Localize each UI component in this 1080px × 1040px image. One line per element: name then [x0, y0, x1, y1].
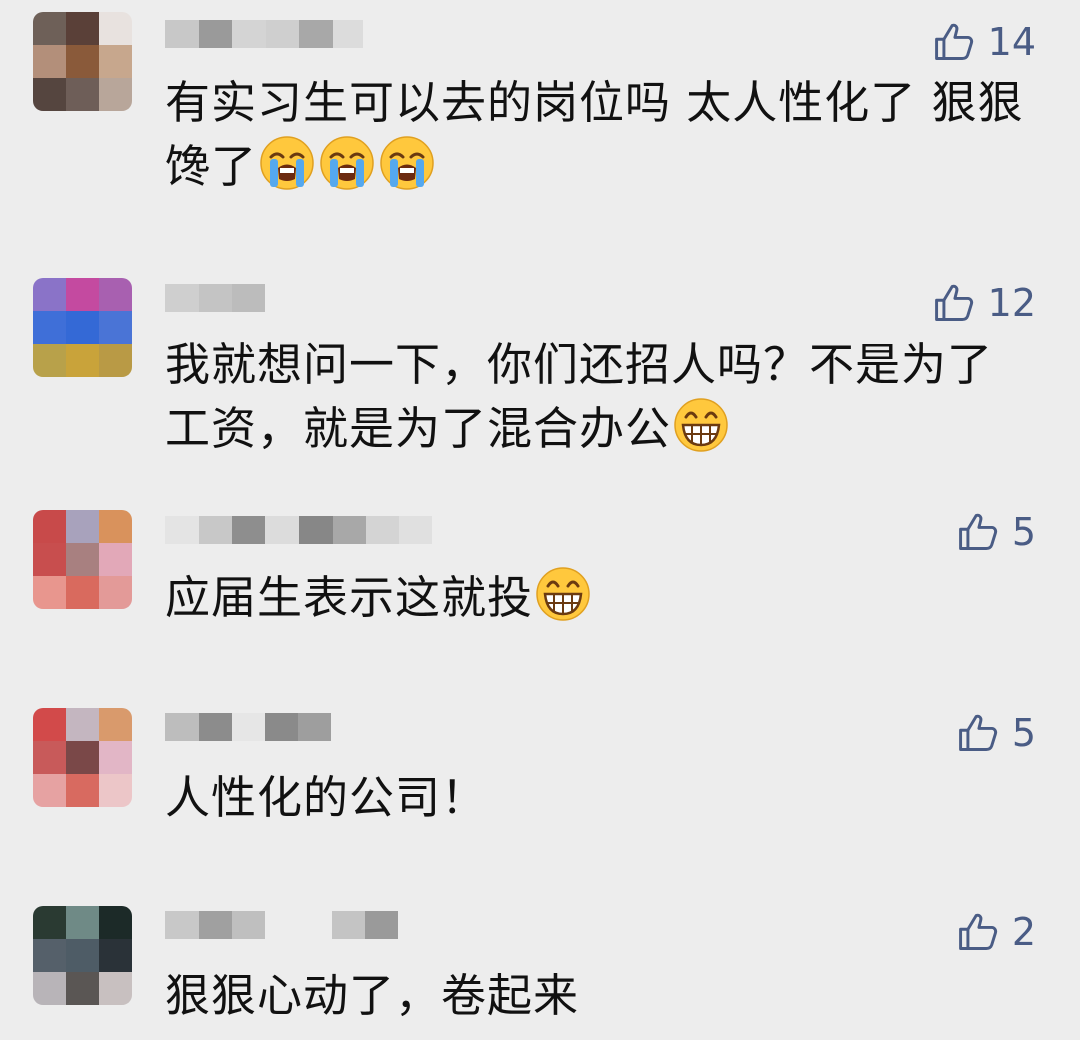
like-button[interactable]: 12: [932, 281, 1036, 325]
comment-text-content: 应届生表示这就投: [165, 571, 534, 624]
like-count: 5: [1011, 510, 1036, 554]
like-button[interactable]: 14: [932, 20, 1036, 64]
grinning-face-icon: [535, 566, 591, 622]
like-count: 2: [1011, 910, 1036, 954]
like-count: 14: [987, 20, 1036, 64]
thumbs-up-icon: [956, 910, 1012, 954]
avatar[interactable]: [33, 906, 132, 1005]
avatar[interactable]: [33, 708, 132, 807]
like-count: 12: [987, 281, 1036, 325]
nickname-blurred[interactable]: [165, 16, 363, 52]
loudly-crying-face-icon: [379, 135, 435, 191]
nickname-blurred[interactable]: [165, 709, 331, 745]
nickname-blurred[interactable]: [165, 280, 265, 316]
thumbs-up-icon: [956, 510, 1012, 554]
comment-text: 我就想问一下，你们还招人吗？不是为了工资，就是为了混合办公: [165, 333, 1010, 461]
like-button[interactable]: 5: [956, 711, 1036, 755]
comment-text: 应届生表示这就投: [165, 566, 1040, 630]
thumbs-up-icon: [932, 20, 988, 64]
loudly-crying-face-icon: [319, 135, 375, 191]
comment-text-content: 人性化的公司！: [165, 771, 488, 824]
comment-text: 有实习生可以去的岗位吗 太人性化了 狠狠馋了: [165, 71, 1040, 199]
thumbs-up-icon: [956, 711, 1012, 755]
nickname-blurred[interactable]: [165, 907, 398, 943]
comment-text-content: 狠狠心动了，卷起来: [165, 969, 580, 1022]
avatar[interactable]: [33, 510, 132, 609]
avatar[interactable]: [33, 278, 132, 377]
comment-text: 狠狠心动了，卷起来: [165, 964, 1040, 1028]
grinning-face-icon: [673, 397, 729, 453]
thumbs-up-icon: [932, 281, 988, 325]
loudly-crying-face-icon: [259, 135, 315, 191]
like-button[interactable]: 2: [956, 910, 1036, 954]
comment-text-content: 我就想问一下，你们还招人吗？不是为了工资，就是为了混合办公: [165, 338, 994, 455]
like-button[interactable]: 5: [956, 510, 1036, 554]
avatar[interactable]: [33, 12, 132, 111]
comment-text: 人性化的公司！: [165, 766, 1040, 830]
nickname-blurred[interactable]: [165, 512, 432, 548]
like-count: 5: [1011, 711, 1036, 755]
